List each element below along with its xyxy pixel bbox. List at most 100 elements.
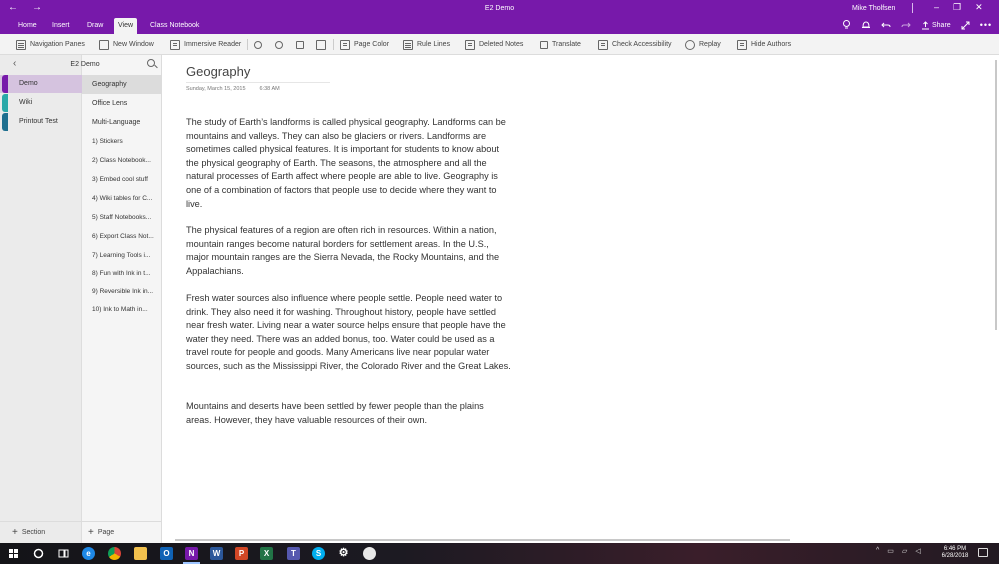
check-accessibility-button[interactable]: Check Accessibility bbox=[598, 38, 672, 51]
search-icon[interactable] bbox=[147, 59, 155, 67]
file-explorer-icon[interactable] bbox=[134, 547, 147, 560]
deleted-notes-button[interactable]: Deleted Notes bbox=[465, 38, 523, 51]
page-item[interactable]: 10) Ink to Math in... bbox=[82, 300, 162, 319]
plus-icon: + bbox=[12, 526, 18, 538]
page-item-geography[interactable]: Geography bbox=[82, 75, 162, 94]
paragraph[interactable]: The study of Earth’s landforms is called… bbox=[186, 116, 511, 211]
section-label: Demo bbox=[19, 80, 38, 87]
task-view-icon[interactable] bbox=[57, 547, 70, 560]
settings-icon[interactable]: ⚙ bbox=[337, 547, 350, 560]
title-bar: ← → E2 Demo Mike Tholfsen – ❐ ✕ bbox=[0, 0, 999, 18]
section-item-printout-test[interactable]: Printout Test bbox=[0, 113, 82, 131]
start-icon[interactable] bbox=[7, 547, 20, 560]
notebook-header: ‹ E2 Demo bbox=[0, 55, 162, 73]
tab-class-notebook[interactable]: Class Notebook bbox=[146, 18, 203, 34]
page-item-multi-language[interactable]: Multi-Language bbox=[82, 113, 162, 132]
tab-view[interactable]: View bbox=[114, 18, 138, 34]
restore-icon[interactable]: ❐ bbox=[953, 2, 961, 13]
excel-icon[interactable]: X bbox=[260, 547, 273, 560]
replay-button[interactable]: Replay bbox=[685, 38, 721, 51]
translate-button[interactable]: Translate bbox=[540, 38, 581, 51]
immersive-reader-label: Immersive Reader bbox=[184, 41, 242, 48]
share-label: Share bbox=[932, 21, 951, 29]
edge-icon[interactable]: e bbox=[82, 547, 95, 560]
page-item[interactable]: 7) Learning Tools i... bbox=[82, 246, 162, 265]
tab-insert[interactable]: Insert bbox=[48, 18, 74, 34]
page-item[interactable]: 9) Reversible Ink in... bbox=[82, 282, 162, 301]
paragraph[interactable]: The physical features of a region are of… bbox=[186, 224, 511, 278]
redo-icon[interactable] bbox=[901, 20, 911, 30]
chevron-up-icon[interactable]: ^ bbox=[876, 547, 879, 555]
rule-lines-button[interactable]: Rule Lines bbox=[403, 38, 450, 51]
vertical-scrollbar[interactable] bbox=[995, 60, 997, 330]
volume-icon[interactable]: ◁ bbox=[915, 547, 920, 555]
zoom-100-button[interactable] bbox=[296, 38, 304, 51]
deleted-notes-icon bbox=[465, 39, 475, 50]
share-icon bbox=[922, 20, 929, 29]
skype-icon[interactable]: S bbox=[312, 547, 325, 560]
word-icon[interactable]: W bbox=[210, 547, 223, 560]
battery-icon[interactable]: ▭ bbox=[887, 547, 894, 555]
network-icon[interactable]: ▱ bbox=[902, 547, 907, 555]
page-item[interactable]: 6) Export Class Not... bbox=[82, 227, 162, 246]
horizontal-scrollbar[interactable] bbox=[175, 539, 790, 541]
page-item[interactable]: 4) Wiki tables for C... bbox=[82, 189, 162, 208]
title-separator bbox=[912, 3, 913, 13]
bell-icon[interactable] bbox=[861, 20, 871, 30]
fit-page-button[interactable] bbox=[316, 38, 326, 51]
system-tray: ^ ▭ ▱ ◁ bbox=[876, 547, 921, 555]
paint-icon[interactable] bbox=[363, 547, 376, 560]
page-item[interactable]: 8) Fun with Ink in t... bbox=[82, 264, 162, 283]
outlook-icon[interactable]: O bbox=[160, 547, 173, 560]
add-section-button[interactable]: + Section bbox=[12, 522, 45, 542]
minimize-icon[interactable]: – bbox=[934, 2, 939, 13]
translate-label: Translate bbox=[552, 41, 581, 48]
navigation-panes-button[interactable]: Navigation Panes bbox=[16, 38, 85, 51]
share-button[interactable]: Share bbox=[921, 20, 951, 30]
zoom-out-button[interactable] bbox=[254, 38, 262, 51]
lightbulb-icon[interactable] bbox=[842, 20, 851, 30]
page-color-label: Page Color bbox=[354, 41, 390, 48]
onenote-icon[interactable]: N bbox=[183, 547, 200, 564]
more-options-icon[interactable]: ••• bbox=[980, 20, 992, 30]
teams-icon[interactable]: T bbox=[287, 547, 300, 560]
cortana-icon[interactable] bbox=[32, 547, 45, 560]
navigation-panes-icon bbox=[16, 39, 26, 50]
new-window-button[interactable]: New Window bbox=[99, 38, 154, 51]
add-page-button[interactable]: + Page bbox=[88, 522, 114, 542]
zoom-in-button[interactable] bbox=[275, 38, 283, 51]
undo-icon[interactable] bbox=[881, 20, 891, 30]
hide-authors-button[interactable]: Hide Authors bbox=[737, 38, 791, 51]
page-title[interactable]: Geography bbox=[186, 64, 250, 79]
notebook-name[interactable]: E2 Demo bbox=[0, 61, 170, 68]
hide-authors-icon bbox=[737, 39, 747, 50]
section-item-demo[interactable]: Demo bbox=[0, 75, 82, 93]
title-underline bbox=[186, 82, 330, 83]
powerpoint-icon[interactable]: P bbox=[235, 547, 248, 560]
immersive-reader-button[interactable]: Immersive Reader bbox=[170, 38, 241, 51]
user-name[interactable]: Mike Tholfsen bbox=[852, 5, 895, 12]
paragraph[interactable]: Fresh water sources also influence where… bbox=[186, 292, 511, 374]
section-item-wiki[interactable]: Wiki bbox=[0, 94, 82, 112]
page-item[interactable]: 2) Class Notebook... bbox=[82, 151, 162, 170]
paragraph[interactable]: Mountains and deserts have been settled … bbox=[186, 400, 511, 427]
page-color-button[interactable]: Page Color bbox=[340, 38, 389, 51]
section-label: Printout Test bbox=[19, 118, 58, 125]
chrome-icon[interactable] bbox=[108, 547, 121, 560]
page-item[interactable]: 3) Embed cool stuff bbox=[82, 170, 162, 189]
page-item-office-lens[interactable]: Office Lens bbox=[82, 94, 162, 113]
view-toolbar: Navigation Panes New Window Immersive Re… bbox=[0, 34, 999, 55]
tab-home[interactable]: Home bbox=[14, 18, 41, 34]
system-clock[interactable]: 6:46 PM 6/28/2018 bbox=[938, 546, 972, 560]
notifications-icon[interactable] bbox=[978, 548, 988, 557]
close-icon[interactable]: ✕ bbox=[975, 2, 983, 13]
page-item[interactable]: 5) Staff Notebooks... bbox=[82, 208, 162, 227]
deleted-notes-label: Deleted Notes bbox=[479, 41, 524, 48]
rule-lines-label: Rule Lines bbox=[417, 41, 451, 48]
plus-icon: + bbox=[88, 526, 94, 538]
page-item[interactable]: 1) Stickers bbox=[82, 132, 162, 151]
expand-icon[interactable] bbox=[961, 21, 970, 30]
ribbon-tabs: Home Insert Draw View Class Notebook Sha… bbox=[0, 18, 999, 34]
zoom-100-icon bbox=[296, 40, 304, 49]
tab-draw[interactable]: Draw bbox=[83, 18, 107, 34]
